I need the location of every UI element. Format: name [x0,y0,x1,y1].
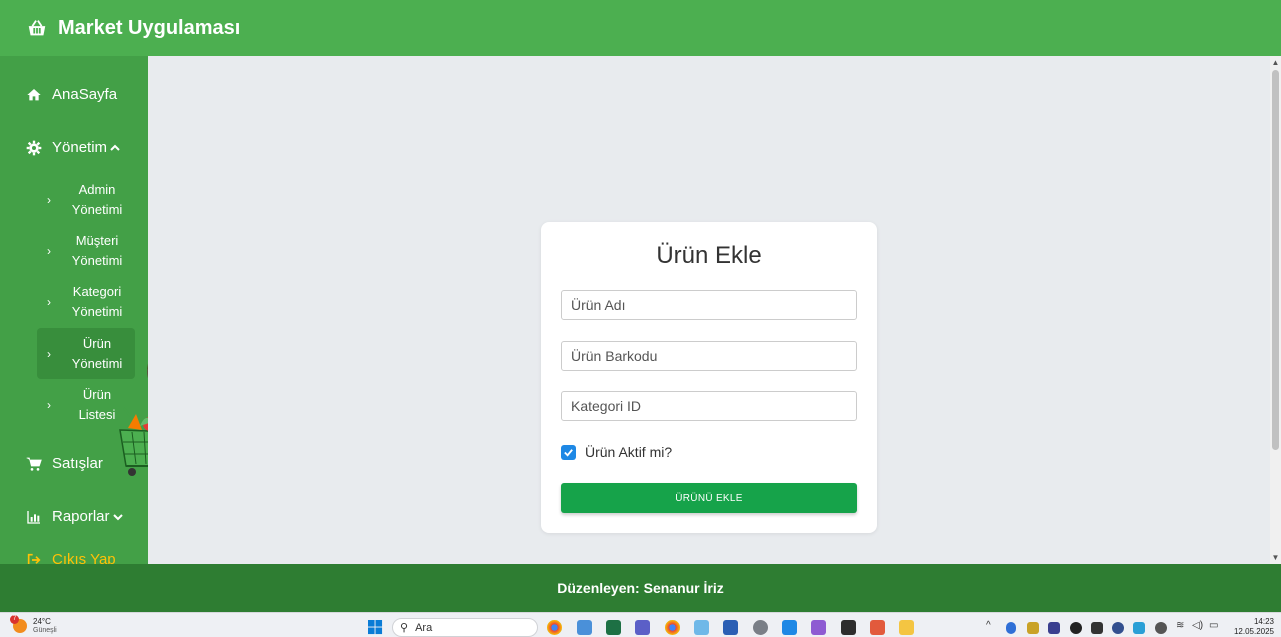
file-explorer-icon[interactable] [899,620,914,635]
sidebar-item-label: Raporlar [52,508,110,525]
active-checkbox-label: Ürün Aktif mi? [585,444,673,460]
sidebar-item-label: Yönetim [52,139,108,156]
chrome-icon[interactable] [547,620,562,635]
terminal-icon[interactable] [841,620,856,635]
shopping-basket-icon [28,20,46,36]
tray-chevron-up-icon[interactable]: ^ [986,620,991,634]
word-icon[interactable] [723,620,738,635]
search-icon: ⚲ [400,622,409,634]
cart-icon [26,456,42,472]
chevron-right-icon: › [47,243,51,258]
tray-app-icon[interactable] [1133,622,1145,634]
tray-app-icon[interactable] [1155,622,1167,634]
weather-temp: 24°C [33,617,51,626]
weather-widget[interactable]: 7 24°C Güneşli [10,615,57,635]
check-icon [564,448,573,457]
chevron-right-icon: › [47,397,51,412]
add-product-card: Ürün Ekle Ürün Aktif mi? ÜRÜNÜ EKLE [541,222,877,533]
sub-label-line1: Kategori [72,283,122,299]
active-checkbox-row: Ürün Aktif mi? [561,444,672,460]
settings-icon[interactable] [753,620,768,635]
weather-condition: Güneşli [33,627,57,634]
weather-sun-icon: 7 [10,615,27,633]
form-title: Ürün Ekle [656,242,762,269]
sidebar-item-logout[interactable]: Çıkış Yap [26,551,116,564]
sidebar-item-reports[interactable]: Raporlar [26,508,124,525]
add-product-button[interactable]: ÜRÜNÜ EKLE [561,483,857,513]
tray-app-icon[interactable] [1091,622,1103,634]
sub-label-line1: Ürün [82,335,112,351]
scroll-down-icon[interactable]: ▼ [1271,553,1280,562]
sidebar-item-sales[interactable]: Satışlar [26,455,103,472]
active-checkbox[interactable] [561,444,576,460]
app-header: Market Uygulaması [0,0,1281,56]
bluetooth-icon[interactable] [1006,622,1016,634]
app-title: Market Uygulaması [58,16,241,39]
clock-time: 14:23 [1253,617,1274,626]
chrome-profile-icon[interactable] [665,620,680,635]
sub-label-line2: Yönetimi [71,201,123,217]
category-id-input[interactable] [561,391,857,421]
product-barcode-input[interactable] [561,341,857,371]
visual-studio-icon[interactable] [811,620,826,635]
battery-icon[interactable]: ▭ [1209,620,1218,634]
sub-label-line2: Yönetimi [71,355,123,371]
snipping-tool-icon[interactable] [694,620,709,635]
scroll-up-icon[interactable]: ▲ [1271,58,1280,67]
sub-label-line2: Yönetimi [71,303,123,319]
chevron-right-icon: › [47,192,51,207]
sidebar-item-label: Çıkış Yap [52,551,116,564]
chevron-down-icon [112,513,123,520]
photos-icon[interactable] [577,620,592,635]
scrollbar-thumb[interactable] [1272,70,1279,450]
sub-label-line1: Ürün [82,386,112,402]
paint-icon[interactable] [870,620,885,635]
sidebar-item-label: Satışlar [52,455,103,472]
main-content: Ürün Ekle Ürün Aktif mi? ÜRÜNÜ EKLE [148,56,1270,564]
tray-app-icon[interactable] [1112,622,1124,634]
taskbar-search-label: Ara [415,621,433,634]
wifi-icon[interactable]: ≋ [1176,620,1184,634]
tray-app-icon[interactable] [1048,622,1060,634]
windows-start-icon[interactable] [368,620,383,635]
sidebar-subitem-customer[interactable]: › Müşteri Yönetimi [37,225,135,276]
home-icon [26,87,42,103]
taskbar-clock[interactable]: 14:23 12.05.2025 [1226,617,1274,637]
footer-text: Düzenleyen: Senanur İriz [557,580,724,596]
sub-label-line1: Admin [78,181,116,197]
excel-icon[interactable] [606,620,621,635]
clock-date: 12.05.2025 [1233,627,1274,636]
chevron-up-icon [110,144,120,151]
sidebar-subitem-admin[interactable]: › Admin Yönetimi [37,174,135,225]
tray-app-icon[interactable] [1027,622,1039,634]
sidebar-subitem-category[interactable]: › Kategori Yönetimi [37,276,135,327]
taskbar-search[interactable]: ⚲ Ara [392,618,538,637]
tray-app-icon[interactable] [1070,622,1082,634]
sub-label-line1: Müşteri [75,232,119,248]
sidebar-item-label: AnaSayfa [52,86,118,103]
chevron-right-icon: › [47,294,51,309]
page-scrollbar[interactable]: ▲ ▼ [1270,56,1281,564]
vscode-icon[interactable] [782,620,797,635]
gear-icon [26,140,42,156]
volume-icon[interactable]: ◁) [1192,620,1203,634]
sub-label-line2: Yönetimi [71,252,123,268]
sidebar-item-management[interactable]: Yönetim [26,139,121,156]
sidebar-item-home[interactable]: AnaSayfa [26,86,117,103]
page-footer: Düzenleyen: Senanur İriz [0,564,1281,612]
bar-chart-icon [26,509,42,525]
chevron-right-icon: › [47,346,51,361]
sub-label-line2: Listesi [78,406,116,422]
weather-badge: 7 [10,615,19,624]
product-name-input[interactable] [561,290,857,320]
teams-icon[interactable] [635,620,650,635]
logout-icon [26,552,42,564]
